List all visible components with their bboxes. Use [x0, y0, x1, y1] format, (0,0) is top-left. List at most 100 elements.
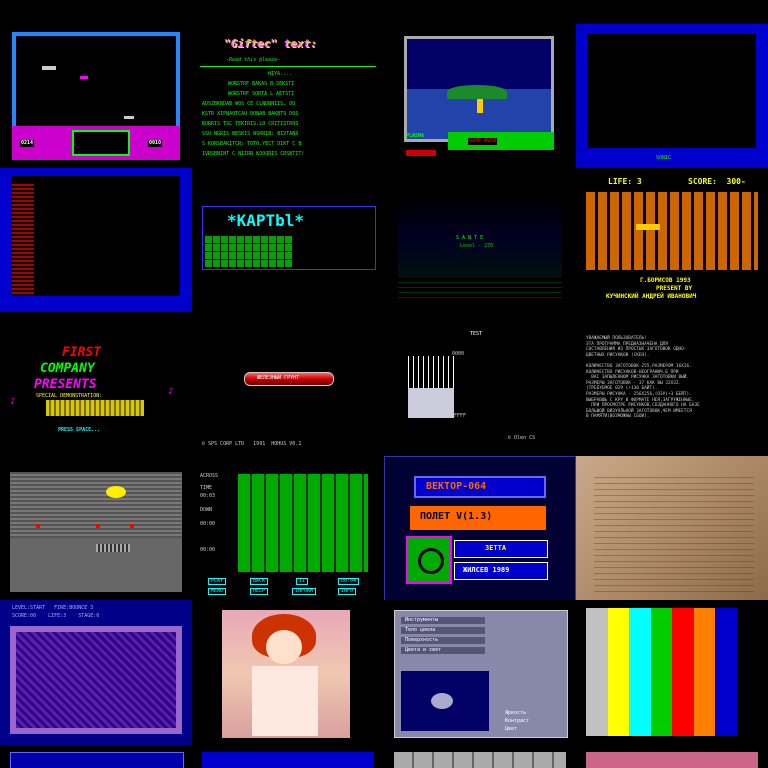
partial-screen [10, 752, 184, 768]
karty-title: *KAPTbl* [227, 211, 305, 230]
note-icon: ♪ [168, 387, 174, 397]
label-3: Цвет [505, 726, 518, 732]
color-bar [693, 608, 715, 736]
sub: Level - 270 [460, 243, 494, 249]
score-left: 0214 [20, 140, 35, 147]
tile-r3c1[interactable]: ACROSS TIME 00:03 DOWN 00:00 00:00 PLAY … [192, 456, 384, 602]
tile-r1c0[interactable] [0, 168, 192, 314]
menu-item-4[interactable]: Цвета и свет [401, 647, 485, 654]
tile-r0c3[interactable]: SONIC [576, 22, 768, 168]
tile-r4c0[interactable]: LEVEL:START FIRE:BOUNCE 3 SCORE:00 LIFE:… [0, 600, 192, 746]
line-3: WORSTRF SORTA L AETSTI [228, 91, 295, 97]
line-2: WORSTRF BAKAS B SEKSTI [228, 81, 295, 87]
subtitle: SPECIAL DEMONSTRATION: [36, 393, 103, 399]
press-space: PRESS SPACE... [58, 427, 101, 433]
credit-3: КУЧИНСКИЙ АНДРЕЙ ИВАНОВИЧ [606, 293, 697, 300]
info-text: УВАЖАЕМЫЙ ПОЛЬЗОВАТЕЛЬ! ЭТА ПРОГРАММА ПР… [586, 336, 762, 420]
enemy-sprite [80, 76, 88, 79]
info-button[interactable]: INFO [338, 588, 357, 595]
tile-r3c0[interactable] [0, 456, 192, 602]
tile-r1c2[interactable]: S A N T E Level - 270 [384, 168, 576, 314]
tile-r5c2[interactable] [384, 746, 576, 768]
karty-frame: *KAPTbl* [202, 206, 376, 270]
tile-r2c2[interactable]: TEST 0000 FFFF © Olen CS [384, 312, 576, 458]
tile-r2c3[interactable]: УВАЖАЕМЫЙ ПОЛЬЗОВАТЕЛЬ! ЭТА ПРОГРАММА ПР… [576, 312, 768, 458]
title-bar[interactable]: ЖЕЛЕЗНЫЙ ГРУНТ [244, 372, 334, 386]
tile-r4c1[interactable] [192, 600, 384, 746]
enemy-dot [130, 524, 134, 528]
title-box-2: ПОЛЕТ V(1.3) [410, 506, 546, 530]
caption: SONIC [656, 155, 672, 161]
tile-r3c2[interactable]: ВЕКТОР-064 ПОЛЕТ V(1.3) ЗЕТТА ЖИЛСЕВ 198… [384, 456, 576, 602]
credit-1: Г.БОРИСОВ 1993 [640, 277, 691, 284]
game-over-label: GAME OVER [468, 138, 498, 145]
time-value: 00:03 [200, 493, 216, 499]
tile-r5c1[interactable] [192, 746, 384, 768]
test-block [408, 388, 454, 418]
label-2: Контраст [505, 718, 530, 724]
preview-area [401, 671, 489, 731]
tile-r0c1[interactable]: "Giftec" text: -Read this please- HIYA..… [192, 14, 384, 164]
credit-2: PRESENT BY [656, 285, 693, 292]
mark-bottom: FFFF [454, 413, 467, 419]
title-flight: ПОЛЕТ V(1.3) [420, 511, 493, 522]
tile-r4c3[interactable] [576, 600, 768, 746]
line-9: IVRSBNINT C NIIRR KOOQRIS CRSBTIT! [202, 151, 305, 157]
partial-screen [202, 752, 374, 768]
play-button[interactable]: PLAY [208, 578, 227, 585]
copyright: © Olen CS [508, 435, 536, 441]
color-bar [607, 608, 629, 736]
title-zetta: ЗЕТТА [485, 544, 507, 552]
score-right: 0010 [148, 140, 163, 147]
player-sprite [636, 224, 660, 230]
title-vector: ВЕКТОР-064 [426, 481, 487, 492]
page-text-lines [594, 472, 754, 592]
inform-button[interactable]: INFORM [292, 588, 317, 595]
menu-item-2[interactable]: Тело цикла [401, 627, 485, 634]
editor-window: Инструменты Тело цикла Поверхность Цвета… [394, 610, 568, 738]
blue-border [0, 168, 192, 312]
tile-r0c2[interactable]: PLASMA GAME OVER [384, 14, 576, 164]
info-line: В ПАМЯТИ(ВОЗМОЖНЫ СБОИ). [586, 414, 650, 420]
face [266, 630, 302, 664]
tile-r2c0[interactable]: FIRST COMPANY PRESENTS SPECIAL DEMONSTRA… [0, 312, 192, 458]
sky [407, 39, 551, 89]
crossword-grid[interactable] [238, 474, 368, 572]
line-8: S KORSBAKITCR: TOTO.YECT DIKT C B [202, 141, 302, 147]
title-presents: PRESENTS [34, 377, 97, 392]
tile-r5c3[interactable] [576, 746, 768, 768]
tile-r1c3[interactable]: LIFE: 3 SCORE: 300- Г.БОРИСОВ 1993 PRESE… [576, 168, 768, 314]
menu-item-1[interactable]: Инструменты [401, 617, 485, 624]
time-value-2: 00:00 [200, 521, 216, 527]
tile-r4c2[interactable]: Инструменты Тело цикла Поверхность Цвета… [384, 600, 576, 746]
game-viewport [12, 32, 180, 140]
brick-maze [586, 192, 758, 270]
color-bar [672, 608, 694, 736]
menu-button[interactable]: MENU [208, 588, 227, 595]
tile-r5c0[interactable] [0, 746, 192, 768]
help-button[interactable]: HELP [250, 588, 269, 595]
color-bar [715, 608, 737, 736]
title-company: COMPANY [40, 361, 95, 376]
pause-button[interactable]: II [296, 578, 309, 585]
game-screen [404, 36, 554, 142]
test-label: TEST [470, 331, 483, 337]
menu-item-3[interactable]: Поверхность [401, 637, 485, 644]
line-1: HIYA.... [268, 71, 293, 77]
color-bars [586, 608, 758, 736]
boss-sprite [106, 486, 126, 498]
tile-r0c0[interactable]: 0214 0010 [0, 14, 192, 164]
time-label: TIME [200, 485, 213, 491]
tile-r3c3[interactable] [576, 456, 768, 602]
down-label: DOWN [200, 507, 213, 513]
hud-line-2: SCORE:00 LIFE:3 STAGE:0 [12, 613, 100, 619]
status-bar: GAME OVER [448, 132, 554, 150]
back-button[interactable]: BACK [250, 578, 269, 585]
tile-r2c1[interactable]: ЖЕЛЕЗНЫЙ ГРУНТ © SPS CORP LTD 1991 HOHUS… [192, 312, 384, 458]
logo-box [406, 536, 452, 584]
caption: S A N T E [456, 235, 484, 241]
tile-r1c1[interactable]: *KAPTbl* [192, 168, 384, 314]
hud-line-1: LEVEL:START FIRE:BOUNCE 3 [12, 605, 94, 611]
line-6: BORRIS TSC TEKIRIS.LO CRITISTROS [202, 121, 299, 127]
blue-border: SONIC [576, 24, 768, 168]
